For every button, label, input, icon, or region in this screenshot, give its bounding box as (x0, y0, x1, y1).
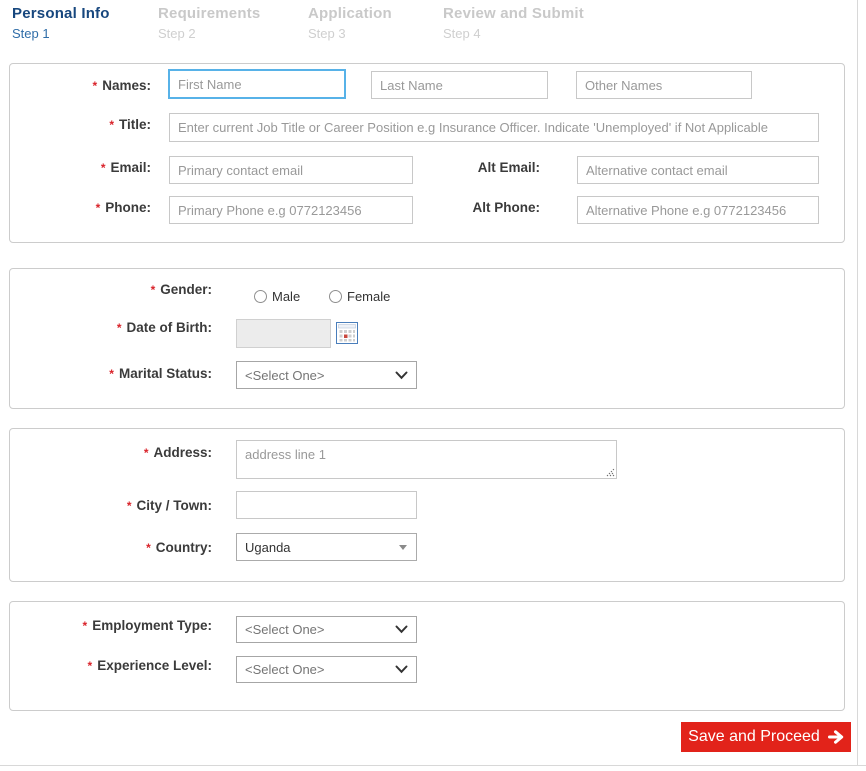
required-marker: * (95, 201, 101, 215)
step-title: Review and Submit (443, 5, 584, 22)
contact-info-section: *Names: *Title: *Email: Alt Email: *Phon… (9, 63, 845, 243)
calendar-picker-button[interactable] (335, 322, 358, 345)
city-town-label: * City / Town: (126, 498, 212, 513)
employment-type-label: * Employment Type: (82, 618, 212, 633)
email-label: * Email: (100, 160, 151, 175)
step-requirements[interactable]: Requirements Step 2 (158, 5, 260, 41)
address-field-wrapper (236, 440, 617, 479)
step-title: Personal Info (12, 5, 110, 22)
save-and-proceed-button[interactable]: Save and Proceed (681, 722, 851, 752)
alt-email-label: Alt Email: (477, 160, 540, 175)
step-title: Application (308, 5, 392, 22)
gender-female-label: Female (347, 289, 391, 304)
employment-type-select[interactable]: <Select One> (236, 616, 417, 643)
gender-female-radio[interactable]: Female (329, 289, 390, 304)
selected-value: <Select One> (245, 662, 325, 677)
calendar-icon (335, 322, 358, 344)
date-of-birth-label: * Date of Birth: (116, 320, 212, 335)
city-town-input[interactable] (236, 491, 417, 519)
required-marker: * (146, 541, 151, 555)
alt-phone-label: Alt Phone: (472, 200, 541, 215)
marital-status-select[interactable]: <Select One> (236, 361, 417, 389)
page-bottom-border (0, 765, 866, 766)
address-label: * Address: (143, 445, 212, 460)
selected-value: <Select One> (245, 367, 325, 383)
radio-circle-icon[interactable] (254, 290, 267, 303)
required-marker: * (109, 118, 114, 132)
email-input[interactable] (169, 156, 413, 184)
required-marker: * (143, 446, 149, 460)
location-section: *Address: *City / Town: *Country: Uganda (9, 428, 845, 582)
experience-level-label: * Experience Level: (87, 658, 212, 673)
arrow-right-icon (827, 730, 844, 744)
dropdown-arrow-icon (399, 544, 407, 550)
gender-label: * Gender: (150, 282, 212, 297)
step-application[interactable]: Application Step 3 (308, 5, 392, 41)
step-review-and-submit[interactable]: Review and Submit Step 4 (443, 5, 584, 41)
alt-email-input[interactable] (577, 156, 819, 184)
chevron-down-icon (395, 371, 408, 380)
gender-male-radio[interactable]: Male (254, 289, 300, 304)
gender-male-label: Male (272, 289, 301, 304)
marital-status-label: * Marital Status: (109, 366, 212, 381)
alt-phone-input[interactable] (577, 196, 819, 224)
phone-label: * Phone: (95, 200, 151, 215)
selected-value: <Select One> (245, 622, 325, 637)
save-and-proceed-label: Save and Proceed (688, 728, 820, 745)
job-title-input[interactable] (169, 113, 819, 142)
names-label: * Names: (92, 78, 151, 93)
title-label: * Title: (109, 117, 151, 132)
selected-value: Uganda (245, 539, 291, 555)
date-of-birth-input[interactable] (236, 319, 331, 348)
required-marker: * (92, 79, 98, 93)
address-textarea[interactable] (236, 440, 617, 479)
step-number: Step 1 (12, 26, 50, 41)
chevron-down-icon (395, 665, 408, 674)
experience-level-select[interactable]: <Select One> (236, 656, 417, 683)
page-right-border (857, 0, 858, 765)
required-marker: * (126, 499, 132, 513)
employment-section: * Employment Type: <Select One> * Experien… (9, 601, 845, 711)
country-label: * Country: (146, 540, 212, 555)
phone-input[interactable] (169, 196, 413, 224)
chevron-down-icon (395, 625, 408, 634)
other-names-input[interactable] (576, 71, 752, 99)
radio-circle-icon[interactable] (329, 290, 342, 303)
step-number: Step 4 (443, 26, 481, 41)
required-marker: * (109, 367, 114, 381)
required-marker: * (116, 321, 122, 335)
required-marker: * (100, 161, 106, 175)
country-select[interactable]: Uganda (236, 533, 417, 561)
first-name-input[interactable] (168, 69, 346, 99)
step-number: Step 2 (158, 26, 196, 41)
step-personal-info[interactable]: Personal Info Step 1 (12, 5, 110, 41)
step-title: Requirements (158, 5, 261, 22)
required-marker: * (87, 659, 93, 673)
demographics-section: * Gender: Male Female * Date of Birth: * Ma… (9, 268, 845, 409)
required-marker: * (82, 619, 88, 633)
required-marker: * (150, 283, 156, 297)
step-number: Step 3 (308, 26, 346, 41)
last-name-input[interactable] (371, 71, 548, 99)
